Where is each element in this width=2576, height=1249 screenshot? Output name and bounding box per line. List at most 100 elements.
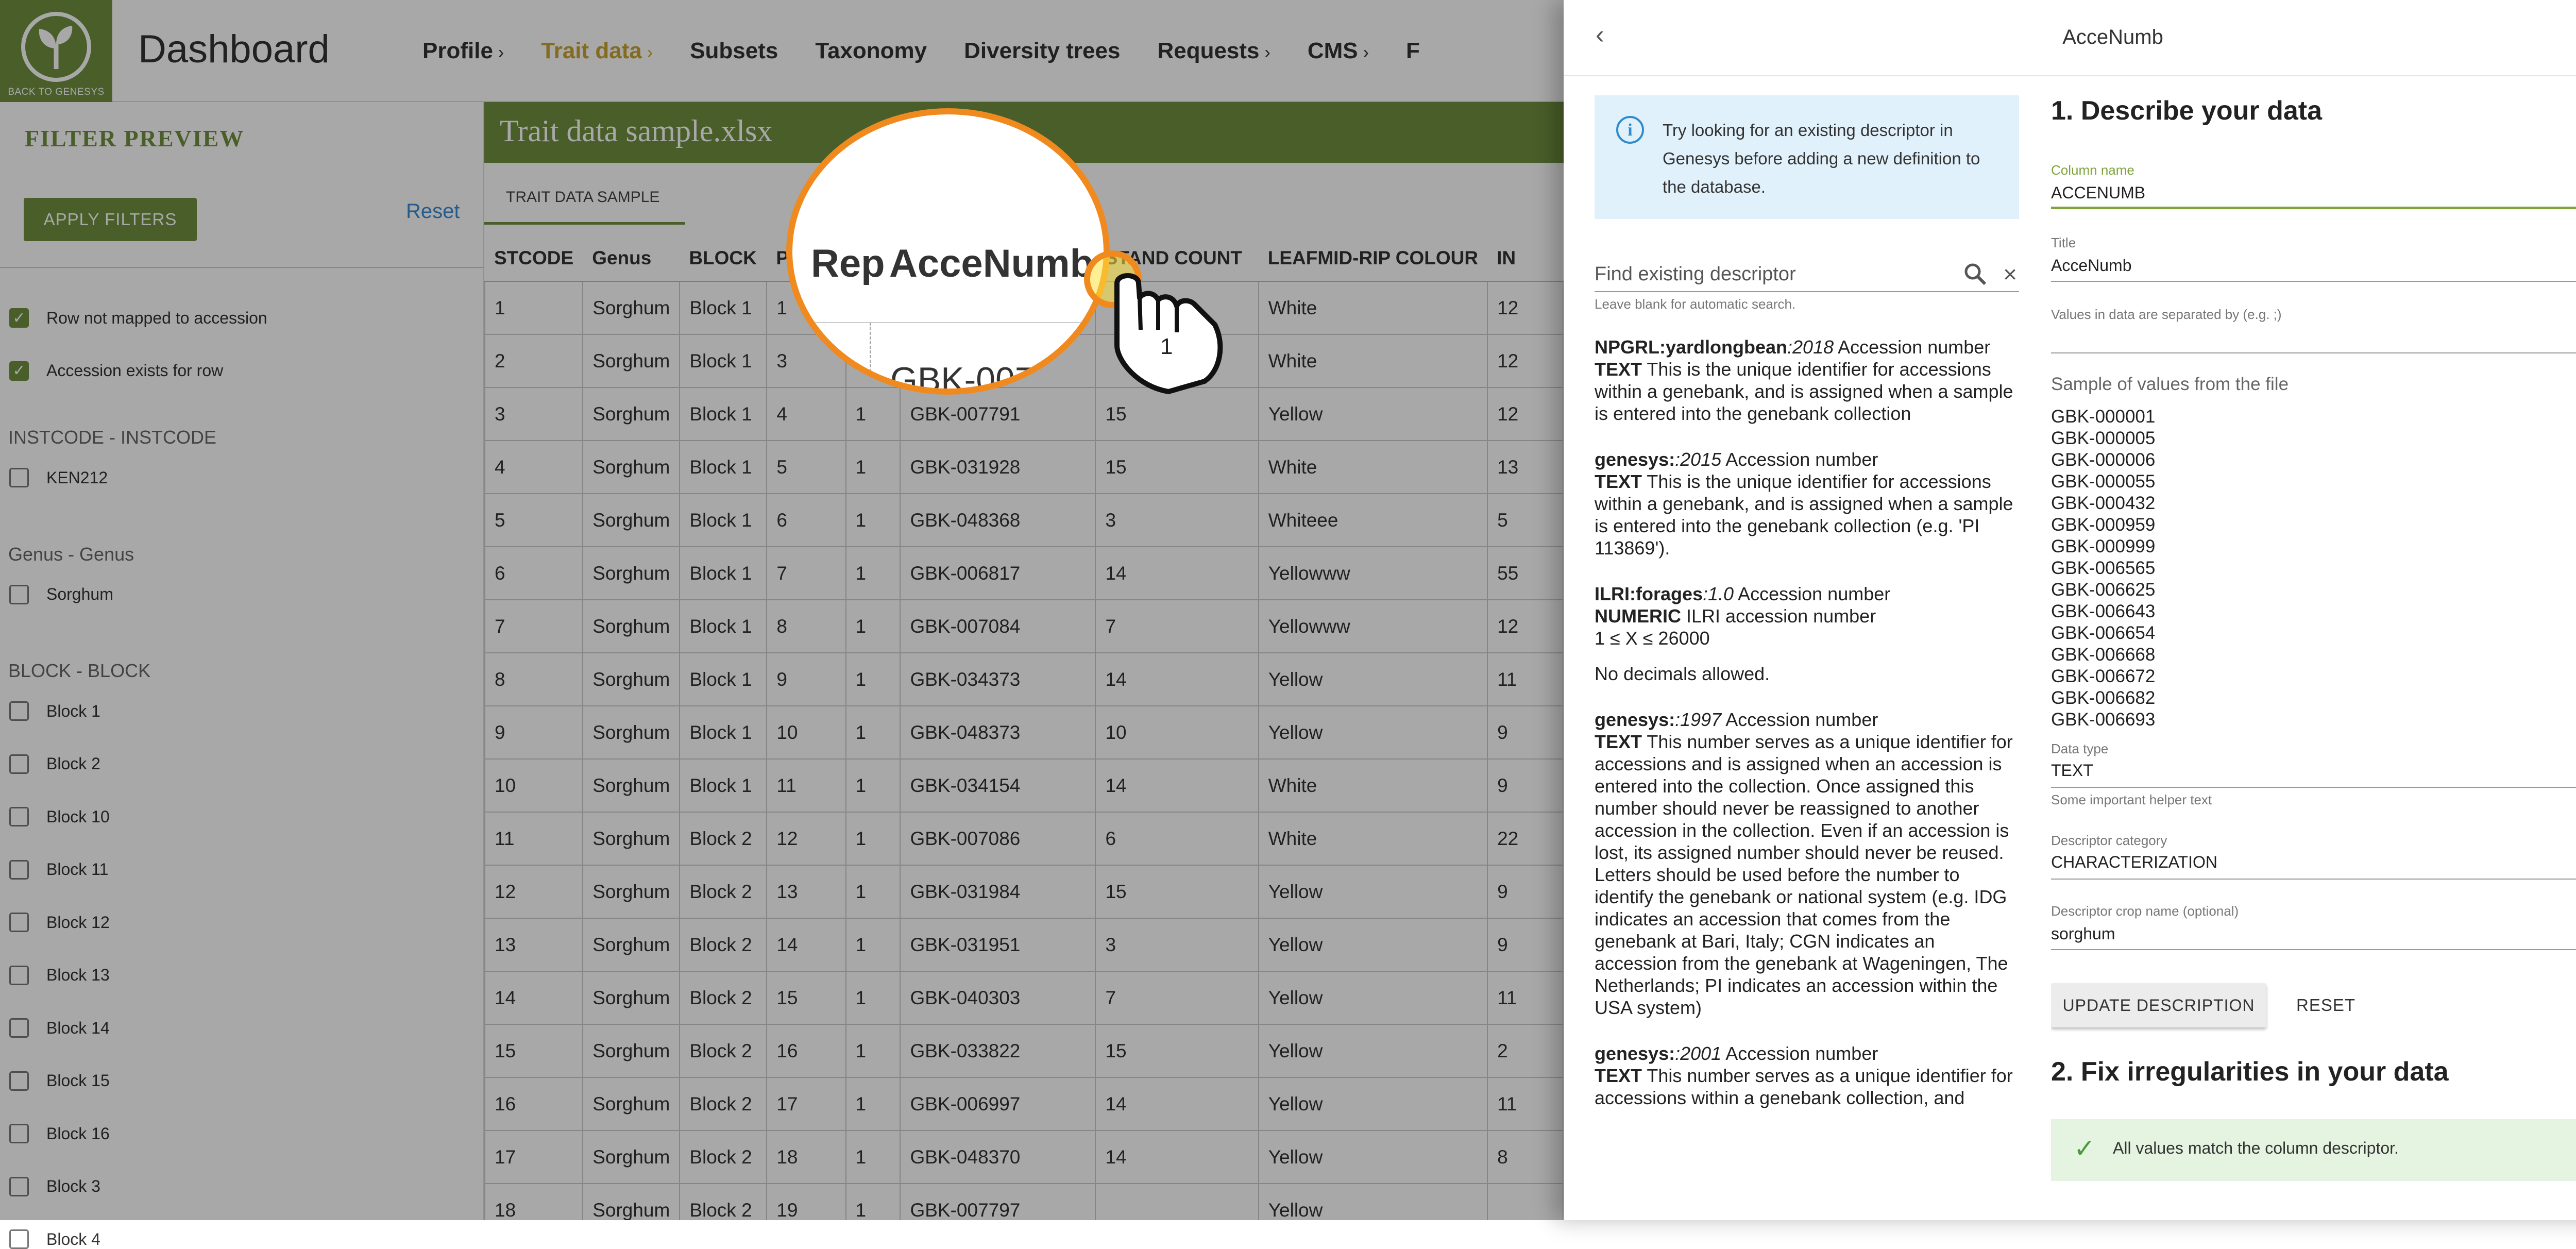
nav-item-profile[interactable]: Profile ›: [422, 38, 504, 64]
filter-option[interactable]: Block 11: [9, 859, 108, 880]
table-cell[interactable]: Sorghum: [582, 758, 681, 813]
descriptor-item[interactable]: ILRI:forages:1.0 Accession number NUMERIC…: [1595, 583, 2019, 685]
table-cell[interactable]: 8: [1487, 1130, 1564, 1184]
table-cell[interactable]: Block 1: [679, 281, 768, 335]
filter-option[interactable]: Block 16: [9, 1124, 110, 1143]
table-cell[interactable]: 9: [1487, 705, 1564, 759]
table-cell[interactable]: GBK-048370: [900, 1130, 1096, 1184]
table-cell[interactable]: 15: [484, 1024, 584, 1078]
table-cell[interactable]: Sorghum: [582, 971, 681, 1025]
table-cell[interactable]: 14: [1095, 758, 1259, 813]
column-header[interactable]: IN: [1487, 235, 1563, 282]
table-cell[interactable]: Block 2: [679, 1183, 768, 1220]
table-cell[interactable]: 17: [484, 1130, 584, 1184]
table-cell[interactable]: Sorghum: [582, 599, 681, 653]
table-cell[interactable]: 15: [1095, 865, 1259, 919]
nav-item-subsets[interactable]: Subsets: [690, 38, 778, 64]
table-cell[interactable]: GBK-031928: [900, 440, 1096, 494]
table-cell[interactable]: Sorghum: [582, 812, 681, 866]
descriptor-item[interactable]: genesys::2015 Accession number TEXT This …: [1595, 448, 2019, 559]
checkbox[interactable]: ✓: [9, 308, 29, 328]
table-row[interactable]: 16 Sorghum Block 2 17 1 GBK-006997 14 Yellow 11: [484, 1077, 1564, 1131]
table-cell[interactable]: 11: [1487, 971, 1564, 1025]
table-cell[interactable]: Yellow: [1258, 971, 1488, 1025]
separator-field[interactable]: Values in data are separated by (e.g. ;): [2051, 307, 2576, 353]
table-cell[interactable]: 10: [484, 758, 584, 813]
table-cell[interactable]: 55: [1487, 546, 1564, 600]
table-cell[interactable]: 1: [845, 652, 901, 706]
table-cell[interactable]: Block 2: [679, 1130, 768, 1184]
table-cell[interactable]: 12: [1487, 334, 1564, 388]
nav-item-requests[interactable]: Requests ›: [1157, 38, 1270, 64]
table-row[interactable]: 4 Sorghum Block 1 5 1 GBK-031928 15 White 13: [484, 440, 1564, 494]
table-cell[interactable]: 12: [766, 812, 846, 866]
checkbox[interactable]: [9, 1229, 29, 1249]
table-cell[interactable]: Block 1: [679, 334, 768, 388]
table-cell[interactable]: Sorghum: [582, 865, 681, 919]
table-cell[interactable]: 1: [845, 493, 901, 547]
table-cell[interactable]: [1487, 1183, 1564, 1220]
table-cell[interactable]: Yellow: [1258, 1077, 1488, 1131]
table-cell[interactable]: Sorghum: [582, 1077, 681, 1131]
table-cell[interactable]: 3: [1095, 493, 1259, 547]
table-cell[interactable]: White: [1258, 812, 1488, 866]
descriptor-category-select[interactable]: CHARACTERIZATION ▼: [2051, 849, 2576, 880]
column-name-field[interactable]: Column name ACCENUMB: [2051, 162, 2576, 209]
table-cell[interactable]: 14: [484, 971, 584, 1025]
table-cell[interactable]: Yellowww: [1258, 599, 1488, 653]
data-type-select[interactable]: TEXT ▼: [2051, 757, 2576, 788]
table-cell[interactable]: 1: [845, 758, 901, 813]
checkbox[interactable]: [9, 807, 29, 826]
table-cell[interactable]: White: [1258, 281, 1488, 335]
table-cell[interactable]: GBK-007086: [900, 812, 1096, 866]
table-cell[interactable]: 12: [484, 865, 584, 919]
filter-option[interactable]: Block 1: [9, 701, 100, 721]
table-cell[interactable]: 1: [845, 599, 901, 653]
table-cell[interactable]: Yellowww: [1258, 546, 1488, 600]
table-cell[interactable]: White: [1258, 758, 1488, 813]
table-cell[interactable]: Yellow: [1258, 918, 1488, 972]
checkbox[interactable]: ✓: [9, 361, 29, 381]
checkbox[interactable]: [9, 584, 29, 604]
table-cell[interactable]: 1: [845, 440, 901, 494]
column-name-input[interactable]: ACCENUMB: [2051, 178, 2576, 209]
table-cell[interactable]: Sorghum: [582, 1183, 681, 1220]
table-cell[interactable]: 17: [766, 1077, 846, 1131]
nav-item-cms[interactable]: CMS ›: [1308, 38, 1369, 64]
table-cell[interactable]: Sorghum: [582, 918, 681, 972]
table-cell[interactable]: Sorghum: [582, 705, 681, 759]
checkbox[interactable]: [9, 859, 29, 880]
table-cell[interactable]: Sorghum: [582, 334, 681, 388]
table-cell[interactable]: Sorghum: [582, 652, 681, 706]
table-row[interactable]: 9 Sorghum Block 1 10 1 GBK-048373 10 Yellow 9: [484, 705, 1564, 759]
table-cell[interactable]: 1: [845, 865, 901, 919]
tab-trait-data-sample[interactable]: TRAIT DATA SAMPLE: [484, 163, 685, 225]
checkbox[interactable]: [9, 1124, 29, 1143]
table-cell[interactable]: GBK-040303: [900, 971, 1096, 1025]
table-row[interactable]: 17 Sorghum Block 2 18 1 GBK-048370 14 Yellow 8: [484, 1130, 1564, 1184]
table-cell[interactable]: [1095, 1183, 1259, 1220]
table-cell[interactable]: GBK-031951: [900, 918, 1096, 972]
table-row[interactable]: 14 Sorghum Block 2 15 1 GBK-040303 7 Yellow 11: [484, 971, 1564, 1025]
table-cell[interactable]: 11: [1487, 652, 1564, 706]
table-cell[interactable]: Yellow: [1258, 1183, 1488, 1220]
reset-button[interactable]: RESET: [2296, 995, 2355, 1015]
table-row[interactable]: 12 Sorghum Block 2 13 1 GBK-031984 15 Yellow 9: [484, 865, 1564, 919]
table-cell[interactable]: 1: [845, 546, 901, 600]
table-row[interactable]: 13 Sorghum Block 2 14 1 GBK-031951 3 Yellow 9: [484, 918, 1564, 972]
table-cell[interactable]: White: [1258, 440, 1488, 494]
table-cell[interactable]: 6: [766, 493, 846, 547]
table-cell[interactable]: Block 1: [679, 546, 768, 600]
table-cell[interactable]: 1: [845, 971, 901, 1025]
filter-option[interactable]: Block 15: [9, 1071, 110, 1091]
table-cell[interactable]: GBK-033822: [900, 1024, 1096, 1078]
column-header[interactable]: STCODE: [485, 235, 583, 282]
checkbox[interactable]: [9, 1018, 29, 1038]
descriptor-category-field[interactable]: Descriptor category CHARACTERIZATION ▼: [2051, 833, 2576, 880]
table-cell[interactable]: 4: [484, 440, 584, 494]
table-cell[interactable]: 1: [845, 918, 901, 972]
nav-item-f[interactable]: F: [1406, 38, 1420, 64]
descriptor-item[interactable]: genesys::2001 Accession number TEXT This …: [1595, 1042, 2019, 1109]
update-description-button[interactable]: UPDATE DESCRIPTION: [2051, 983, 2266, 1027]
table-cell[interactable]: 18: [484, 1183, 584, 1220]
